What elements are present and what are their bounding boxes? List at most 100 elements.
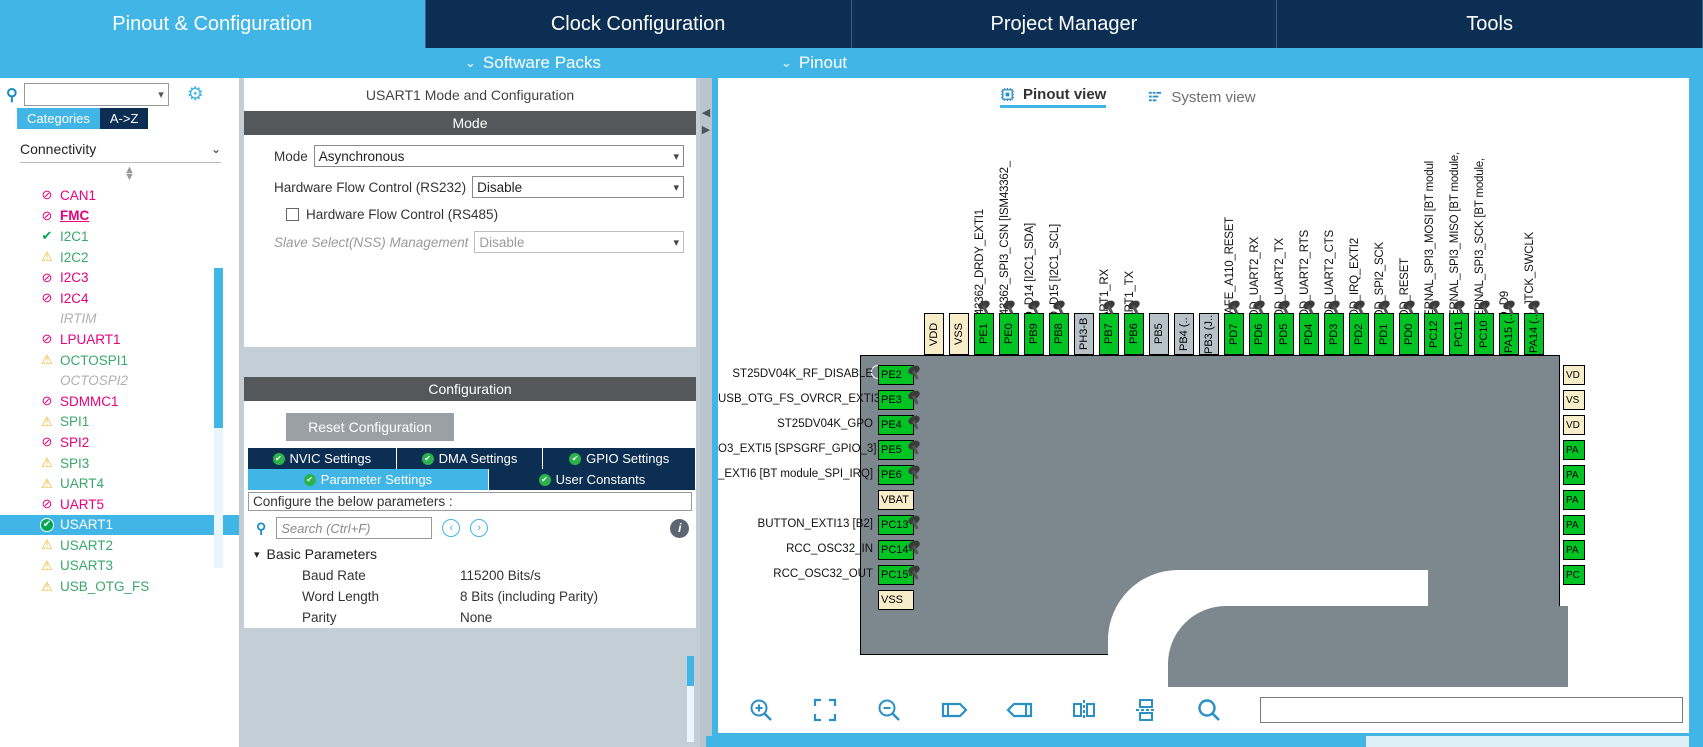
scroll-up-indicator[interactable]: ▲▼ bbox=[20, 167, 239, 181]
pin-right-vdd2[interactable]: VD bbox=[1563, 415, 1585, 435]
pin-pb3[interactable]: PB3 (J.. bbox=[1199, 313, 1219, 355]
pin-pb9[interactable]: PB9 bbox=[1024, 313, 1044, 355]
tab-project-manager[interactable]: Project Manager bbox=[852, 0, 1278, 48]
pin-pe0[interactable]: PE0 bbox=[999, 313, 1019, 355]
pinout-horizontal-scrollbar[interactable] bbox=[706, 736, 1689, 747]
tab-tools[interactable]: Tools bbox=[1277, 0, 1703, 48]
pin-right-pa3[interactable]: PA bbox=[1563, 490, 1585, 510]
pin-vdd[interactable]: VDD bbox=[924, 313, 944, 355]
pinout-menu[interactable]: ⌄ Pinout bbox=[781, 53, 847, 73]
sidebar-item-usb-otg-fs[interactable]: ⚠USB_OTG_FS bbox=[0, 576, 239, 597]
pin-right-pc1[interactable]: PC bbox=[1563, 565, 1585, 585]
sidebar-scrollbar[interactable] bbox=[214, 268, 223, 568]
scrollbar-thumb[interactable] bbox=[706, 736, 1366, 747]
pin-pc11[interactable]: PC11 bbox=[1449, 313, 1469, 355]
flip-vertical-icon[interactable] bbox=[1072, 698, 1096, 722]
pin-pb5[interactable]: PB5 bbox=[1149, 313, 1169, 355]
sidebar-item-uart5[interactable]: ⊘UART5 bbox=[0, 494, 239, 515]
pin-pb6[interactable]: PB6 bbox=[1124, 313, 1144, 355]
pin-pe2[interactable]: PE2 bbox=[878, 365, 914, 385]
pin-pe1[interactable]: PE1 bbox=[974, 313, 994, 355]
rs485-checkbox[interactable] bbox=[286, 208, 299, 221]
pin-pc12[interactable]: PC12 bbox=[1424, 313, 1444, 355]
fit-screen-icon[interactable] bbox=[812, 697, 838, 723]
pin-pa15[interactable]: PA15 (.. bbox=[1499, 313, 1519, 355]
pin-pc13[interactable]: PC13 bbox=[878, 515, 914, 535]
panel-collapse-handle[interactable]: ◀ ▶ bbox=[700, 78, 712, 747]
rotate-left-icon[interactable] bbox=[940, 698, 968, 722]
zoom-in-icon[interactable] bbox=[748, 697, 774, 723]
pin-vss-left[interactable]: VSS bbox=[878, 590, 914, 610]
sidebar-item-spi3[interactable]: ⚠SPI3 bbox=[0, 453, 239, 474]
pin-pc10[interactable]: PC10 bbox=[1474, 313, 1494, 355]
pin-ph3-b[interactable]: PH3-B bbox=[1074, 313, 1094, 355]
pin-pe3[interactable]: PE3 bbox=[878, 390, 914, 410]
pin-right-vdd1[interactable]: VD bbox=[1563, 365, 1585, 385]
sidebar-item-usart2[interactable]: ⚠USART2 bbox=[0, 535, 239, 556]
tab-dma-settings[interactable]: ✔DMA Settings bbox=[397, 448, 544, 469]
flip-horizontal-icon[interactable] bbox=[1134, 698, 1158, 722]
scrollbar-thumb[interactable] bbox=[687, 656, 694, 686]
pin-right-vss1[interactable]: VS bbox=[1563, 390, 1585, 410]
pin-right-pa4[interactable]: PA bbox=[1563, 515, 1585, 535]
tab-nvic-settings[interactable]: ✔NVIC Settings bbox=[248, 448, 397, 469]
sidebar-item-octospi2[interactable]: OCTOSPI2 bbox=[0, 370, 239, 391]
pin-vss[interactable]: VSS bbox=[949, 313, 969, 355]
tab-pinout-configuration[interactable]: Pinout & Configuration bbox=[0, 0, 426, 48]
pin-pd1[interactable]: PD1 bbox=[1374, 313, 1394, 355]
pinout-search-input[interactable] bbox=[1260, 697, 1683, 723]
a-to-z-button[interactable]: A->Z bbox=[100, 108, 149, 129]
categories-button[interactable]: Categories bbox=[17, 108, 100, 129]
reset-configuration-button[interactable]: Reset Configuration bbox=[286, 413, 454, 441]
tab-parameter-settings[interactable]: ✔Parameter Settings bbox=[248, 469, 489, 490]
pin-pd0[interactable]: PD0 bbox=[1399, 313, 1419, 355]
rotate-right-icon[interactable] bbox=[1006, 698, 1034, 722]
pin-pa14[interactable]: PA14 (.. bbox=[1524, 313, 1544, 355]
sidebar-item-usart1[interactable]: ✔USART1 bbox=[0, 515, 239, 536]
pin-right-pa5[interactable]: PA bbox=[1563, 540, 1585, 560]
configuration-scrollbar[interactable] bbox=[687, 656, 694, 742]
arrow-right-icon[interactable]: ▶ bbox=[702, 123, 710, 136]
parameter-row-baud-rate[interactable]: Baud Rate 115200 Bits/s bbox=[254, 565, 696, 586]
pin-pb7[interactable]: PB7 bbox=[1099, 313, 1119, 355]
parameter-row-parity[interactable]: Parity None bbox=[254, 607, 696, 628]
pin-right-pa2[interactable]: PA bbox=[1563, 465, 1585, 485]
pin-pb4[interactable]: PB4 (.. bbox=[1174, 313, 1194, 355]
sidebar-item-can1[interactable]: ⊘CAN1 bbox=[0, 185, 239, 206]
parameter-search-input[interactable]: Search (Ctrl+F) bbox=[276, 517, 432, 539]
sidebar-item-i2c3[interactable]: ⊘I2C3 bbox=[0, 267, 239, 288]
sidebar-item-spi2[interactable]: ⊘SPI2 bbox=[0, 432, 239, 453]
pin-pd3[interactable]: PD3 bbox=[1324, 313, 1344, 355]
pin-pe5[interactable]: PE5 bbox=[878, 440, 914, 460]
arrow-left-icon[interactable]: ◀ bbox=[702, 106, 710, 119]
software-packs-menu[interactable]: ⌄ Software Packs bbox=[465, 53, 601, 73]
parameter-group-basic[interactable]: ▾ Basic Parameters bbox=[254, 543, 696, 565]
tab-gpio-settings[interactable]: ✔GPIO Settings bbox=[543, 448, 696, 469]
sidebar-item-octospi1[interactable]: ⚠OCTOSPI1 bbox=[0, 350, 239, 371]
group-connectivity[interactable]: Connectivity ⌄ bbox=[20, 141, 221, 163]
pin-vbat[interactable]: VBAT bbox=[878, 490, 914, 510]
pin-pd7[interactable]: PD7 bbox=[1224, 313, 1244, 355]
pin-pc15[interactable]: PC15-.. bbox=[878, 565, 914, 585]
sidebar-item-lpuart1[interactable]: ⊘LPUART1 bbox=[0, 329, 239, 350]
pin-pe6[interactable]: PE6 bbox=[878, 465, 914, 485]
pin-pd2[interactable]: PD2 bbox=[1349, 313, 1369, 355]
hw-flow-select[interactable]: Disable ▾ bbox=[472, 176, 684, 198]
tab-user-constants[interactable]: ✔User Constants bbox=[489, 469, 696, 490]
pin-search-icon[interactable] bbox=[1196, 697, 1222, 723]
parameter-row-word-length[interactable]: Word Length 8 Bits (including Parity) bbox=[254, 586, 696, 607]
pin-pb8[interactable]: PB8 bbox=[1049, 313, 1069, 355]
mode-select[interactable]: Asynchronous ▾ bbox=[314, 145, 684, 167]
zoom-out-icon[interactable] bbox=[876, 697, 902, 723]
sidebar-item-irtim[interactable]: IRTIM bbox=[0, 309, 239, 330]
pin-pd5[interactable]: PD5 bbox=[1274, 313, 1294, 355]
sidebar-item-i2c1[interactable]: ✔I2C1 bbox=[0, 226, 239, 247]
sidebar-item-usart3[interactable]: ⚠USART3 bbox=[0, 556, 239, 577]
sidebar-item-i2c2[interactable]: ⚠I2C2 bbox=[0, 247, 239, 268]
pin-pe4[interactable]: PE4 bbox=[878, 415, 914, 435]
sidebar-item-uart4[interactable]: ⚠UART4 bbox=[0, 473, 239, 494]
sidebar-item-sdmmc1[interactable]: ⊘SDMMC1 bbox=[0, 391, 239, 412]
previous-match-button[interactable]: ‹ bbox=[442, 519, 460, 537]
search-input[interactable]: ▾ bbox=[24, 83, 169, 106]
pin-pd6[interactable]: PD6 bbox=[1249, 313, 1269, 355]
